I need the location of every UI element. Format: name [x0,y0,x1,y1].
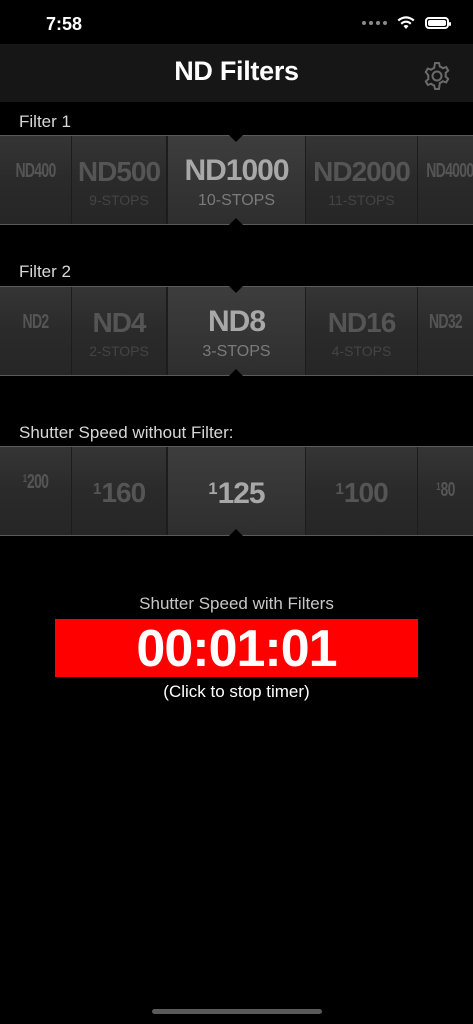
shutter-option[interactable]: 180 [418,447,473,535]
status-time: 7:58 [46,14,83,34]
filter2-option[interactable]: ND16 4-STOPS [306,287,418,375]
shutter-picker[interactable]: 1200 1160 1125 1100 180 [0,446,473,536]
filter2-option[interactable]: ND4 2-STOPS [72,287,167,375]
result-label: Shutter Speed with Filters [139,594,334,613]
shutter-option[interactable]: 1200 [0,447,72,535]
filter2-option[interactable]: ND32 [418,287,473,375]
filter2-label: Filter 2 [19,262,71,281]
filter1-selected-option[interactable]: ND1000 10-STOPS [167,136,306,224]
timer-hint: (Click to stop timer) [163,682,310,701]
status-icons [362,16,451,30]
timer-button[interactable]: 00:01:01 [55,619,418,678]
filter1-option[interactable]: ND2000 11-STOPS [306,136,418,224]
selection-indicator-icon [229,369,243,376]
filter1-label: Filter 1 [19,112,71,131]
shutter-option[interactable]: 1160 [72,447,167,535]
filter1-option[interactable]: ND4000 [418,136,473,224]
home-indicator[interactable] [152,1009,322,1014]
wifi-icon [397,16,415,29]
filter2-selected-option[interactable]: ND8 3-STOPS [167,287,306,375]
page-title: ND Filters [174,56,299,86]
filter1-picker[interactable]: ND400 ND500 9-STOPS ND1000 10-STOPS ND20… [0,135,473,225]
filter1-option[interactable]: ND400 [0,136,72,224]
navigation-bar: ND Filters [0,44,473,102]
shutter-label: Shutter Speed without Filter: [19,423,234,442]
selection-indicator-icon [229,218,243,225]
selection-indicator-icon [229,286,243,293]
selection-indicator-icon [229,135,243,142]
filter1-option[interactable]: ND500 9-STOPS [72,136,167,224]
status-bar: 7:58 [0,0,473,50]
battery-icon [425,17,451,29]
signal-icon [362,21,387,25]
shutter-option[interactable]: 1100 [306,447,418,535]
selection-indicator-icon [229,529,243,536]
gear-icon[interactable] [421,60,453,92]
filter2-picker[interactable]: ND2 ND4 2-STOPS ND8 3-STOPS ND16 4-STOPS… [0,286,473,376]
filter2-option[interactable]: ND2 [0,287,72,375]
shutter-selected-option[interactable]: 1125 [167,447,306,535]
